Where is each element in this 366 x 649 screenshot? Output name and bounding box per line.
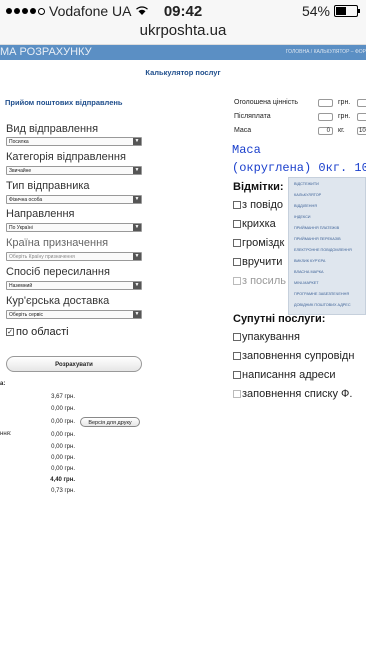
direction-label: Направлення (6, 208, 75, 220)
service-list-filling[interactable]: заповнення списку Ф. (233, 388, 352, 400)
battery-status: 54% (301, 3, 360, 19)
calculate-button[interactable]: Розрахувати (6, 356, 142, 372)
result-value: 0,00 грн. (51, 406, 75, 412)
menu-item[interactable]: ВИКЛИК КУР'ЄРА (294, 259, 325, 263)
menu-item[interactable]: ПРИЙМАННЯ ПЕРЕКАЗІВ (294, 237, 341, 241)
menu-item[interactable]: ЕЛЕКТРОННЕ ПОВІДОМЛЕННЯ (294, 248, 352, 252)
mark-bulky[interactable]: громіздк (233, 237, 284, 249)
menu-item[interactable]: ПРИЙМАННЯ ПЛАТЕЖІВ (294, 226, 339, 230)
service-checkbox[interactable] (233, 371, 241, 379)
result-label-total: а: (0, 381, 6, 387)
chevron-down-icon: ▼ (133, 253, 141, 260)
service-checkbox[interactable] (233, 390, 241, 398)
service-accompanying[interactable]: заповнення супровідн (233, 350, 354, 362)
rounded-mass-value: (округлена) 0кг. 100г (232, 161, 366, 175)
declared-value-input[interactable] (318, 99, 333, 107)
service-address-writing[interactable]: написання адреси (233, 369, 336, 381)
category-label: Категорія відправлення (6, 151, 126, 163)
marks-title: Відмітки: (233, 181, 284, 193)
url-text: ukrposhta.ua (139, 22, 227, 39)
declared-value-label: Оголошена цінність (234, 99, 299, 106)
mark-checkbox[interactable] (233, 220, 241, 228)
chevron-down-icon: ▼ (133, 282, 141, 289)
declared-value-input-2[interactable] (357, 99, 366, 107)
direction-select[interactable]: По Україні ▼ (6, 223, 142, 232)
battery-icon (334, 5, 360, 17)
shipment-type-label: Вид відправлення (6, 123, 99, 135)
mass-g-input[interactable]: 100 (357, 127, 366, 135)
site-nav-menu: ВІДСТЕЖИТИ КАЛЬКУЛЯТОР ВІДДІЛЕННЯ ІНДЕКС… (288, 177, 366, 315)
mass-label: Маса (234, 127, 252, 134)
menu-item[interactable]: ВЛАСНА МАРКА (294, 270, 323, 274)
menu-item[interactable]: ВІДСТЕЖИТИ (294, 182, 319, 186)
service-checkbox[interactable] (233, 352, 241, 360)
menu-item[interactable]: MINI-МАРКЕТ (294, 281, 319, 285)
chevron-down-icon: ▼ (133, 167, 141, 174)
page-title: Калькулятор послуг (145, 68, 221, 77)
chevron-down-icon: ▼ (133, 224, 141, 231)
mark-with-parcel[interactable]: з посиль (233, 275, 286, 287)
method-label: Спосіб пересилання (6, 266, 110, 278)
mark-hand-deliver[interactable]: вручити (233, 256, 282, 268)
menu-item[interactable]: ПРОГРАМНЕ ЗАБЕЗПЕЧЕННЯ (294, 292, 349, 296)
menu-item[interactable]: КАЛЬКУЛЯТОР (294, 193, 321, 197)
country-label: Країна призначення (6, 237, 109, 249)
chevron-down-icon: ▼ (133, 311, 141, 318)
uah-unit: грн. (338, 99, 351, 106)
mark-checkbox[interactable] (233, 239, 241, 247)
ios-status-bar: Vodafone UA 09:42 54% (0, 0, 366, 22)
sender-type-label: Тип відправника (6, 180, 90, 192)
result-value: 0,73 грн. (51, 488, 75, 494)
result-value: 0,00 грн. (51, 419, 75, 425)
section-title: Прийом поштових відправлень (5, 98, 123, 107)
cod-label: Післяплата (234, 113, 271, 120)
category-select[interactable]: Звичайне ▼ (6, 166, 142, 175)
region-checkbox-row[interactable]: ✓ по області (6, 326, 69, 338)
region-checkbox-label: по області (16, 326, 69, 338)
mark-fragile[interactable]: крихка (233, 218, 276, 230)
country-select[interactable]: Оберіть Країну призначення ▼ (6, 252, 142, 261)
cod-input[interactable] (318, 113, 333, 121)
chevron-down-icon: ▼ (133, 138, 141, 145)
page-banner: МА РОЗРАХУНКУ ГОЛОВНА / КАЛЬКУЛЯТОР – ФО… (0, 45, 366, 60)
cod-input-2[interactable] (357, 113, 366, 121)
result-value: 0,00 грн. (51, 455, 75, 461)
address-bar[interactable]: ukrposhta.ua (0, 22, 366, 45)
sender-type-select[interactable]: Фізична особа ▼ (6, 195, 142, 204)
breadcrumb[interactable]: ГОЛОВНА / КАЛЬКУЛЯТОР – ФОР (286, 49, 366, 55)
mark-checkbox[interactable] (233, 258, 241, 266)
uah-unit: грн. (338, 113, 351, 120)
kg-unit: кг. (338, 127, 345, 134)
mark-notification[interactable]: з повідо (233, 199, 283, 211)
region-checkbox[interactable]: ✓ (6, 328, 14, 336)
service-checkbox[interactable] (233, 333, 241, 341)
result-value: 0,00 грн. (51, 466, 75, 472)
courier-select[interactable]: Оберіть сервіс ▼ (6, 310, 142, 319)
result-value: 0,00 грн. (51, 444, 75, 450)
result-value-total: 4,40 грн. (50, 477, 75, 483)
mark-checkbox[interactable] (233, 277, 241, 285)
shipment-type-select[interactable]: Посилка ▼ (6, 137, 142, 146)
battery-percent: 54% (301, 3, 330, 19)
menu-item[interactable]: ІНДЕКСИ (294, 215, 311, 219)
method-select[interactable]: Наземний ▼ (6, 281, 142, 290)
services-title: Супутні послуги: (233, 313, 326, 325)
menu-item[interactable]: ВІДДІЛЕННЯ (294, 204, 317, 208)
print-version-button[interactable]: Версія для друку (80, 417, 140, 427)
chevron-down-icon: ▼ (133, 196, 141, 203)
mark-checkbox[interactable] (233, 201, 241, 209)
result-value: 0,00 грн. (51, 432, 75, 438)
banner-title: МА РОЗРАХУНКУ (0, 46, 92, 58)
result-label-sub: ння: (0, 431, 12, 437)
mass-kg-input[interactable]: 0 (318, 127, 333, 135)
courier-label: Кур'єрська доставка (6, 295, 110, 307)
menu-item[interactable]: ДОВІДНИК ПОШТОВИХ АДРЕС (294, 303, 351, 307)
service-packing[interactable]: упакування (233, 331, 300, 343)
result-value: 3,67 грн. (51, 394, 75, 400)
rounded-mass-title: Маса (232, 143, 261, 157)
